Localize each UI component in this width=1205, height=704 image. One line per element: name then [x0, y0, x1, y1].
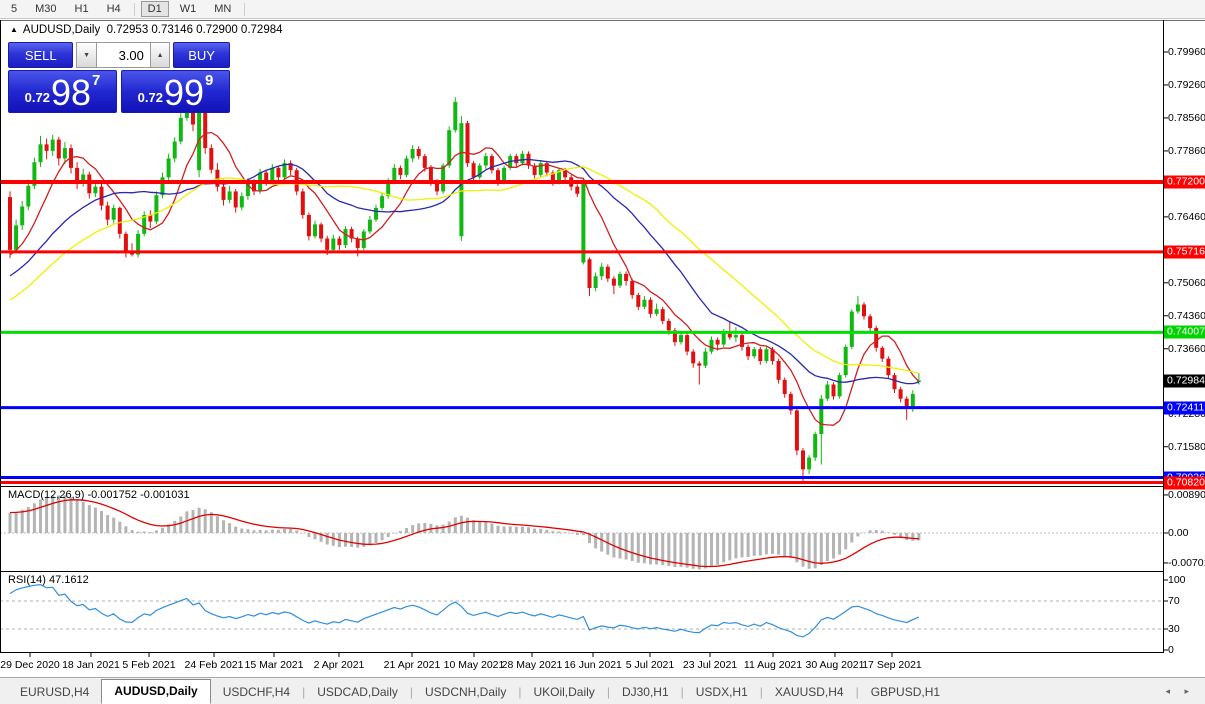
price-tick-label: 0.79260 — [1168, 79, 1205, 91]
price-line-badge: 0.77200 — [1164, 176, 1205, 189]
macd-tick-label: -0.00701 — [1168, 557, 1205, 569]
tab-scroll-arrows[interactable]: ◂ ▸ — [1165, 686, 1195, 697]
one-click-trade-panel: SELL ▼ 3.00 ▲ BUY 0.72 98 7 0.72 99 9 — [8, 42, 230, 113]
bid-big-digits: 98 — [51, 76, 91, 110]
price-line-badge: 0.74007 — [1164, 326, 1205, 339]
price-line-badge: 0.75716 — [1164, 245, 1205, 258]
tab-usdx-h1[interactable]: USDX,H1 — [684, 681, 760, 704]
rsi-tick-label: 30 — [1168, 623, 1180, 635]
buy-button[interactable]: BUY — [173, 42, 230, 68]
date-label: 10 May 2021 — [444, 659, 505, 671]
date-label: 5 Feb 2021 — [122, 659, 175, 671]
tab-gbpusd-h1[interactable]: GBPUSD,H1 — [859, 681, 952, 704]
spin-up-icon: ▲ — [157, 52, 164, 59]
tab-dj30-h1[interactable]: DJ30,H1 — [610, 681, 681, 704]
date-label: 24 Feb 2021 — [185, 659, 244, 671]
tab-usdchf-h4[interactable]: USDCHF,H4 — [211, 681, 302, 704]
tab-xauusd-h4[interactable]: XAUUSD,H4 — [763, 681, 856, 704]
date-label: 2 Apr 2021 — [314, 659, 365, 671]
bid-pip-digit: 7 — [92, 72, 100, 89]
price-tick-label: 0.75060 — [1168, 277, 1205, 289]
tab-ukoil-daily[interactable]: UKOil,Daily — [521, 681, 606, 704]
macd-tick-label: 0.00 — [1168, 527, 1188, 539]
price-line-badge: 0.72984 — [1164, 374, 1205, 387]
date-label: 30 Aug 2021 — [806, 659, 865, 671]
price-line-badge: 0.72411 — [1164, 401, 1205, 414]
price-tick-label: 0.71580 — [1168, 441, 1205, 453]
price-tick-label: 0.73660 — [1168, 343, 1205, 355]
rsi-tick-label: 100 — [1168, 574, 1186, 586]
date-label: 5 Jul 2021 — [626, 659, 674, 671]
volume-input[interactable]: 3.00 — [97, 42, 150, 68]
price-line-badge: 0.70820 — [1164, 476, 1205, 489]
date-label: 17 Sep 2021 — [862, 659, 922, 671]
price-tick-label: 0.74360 — [1168, 310, 1205, 322]
bid-prefix: 0.72 — [25, 90, 50, 105]
ask-price-box[interactable]: 0.72 99 9 — [121, 70, 230, 113]
rsi-label: RSI(14) 47.1612 — [8, 574, 89, 586]
volume-decrease-button[interactable]: ▼ — [76, 42, 96, 68]
date-label: 29 Dec 2020 — [0, 659, 60, 671]
ask-pip-digit: 9 — [205, 72, 213, 89]
date-label: 15 Mar 2021 — [245, 659, 304, 671]
rsi-tick-label: 70 — [1168, 595, 1180, 607]
spin-down-icon: ▼ — [83, 52, 90, 59]
tab-audusd-daily[interactable]: AUDUSD,Daily — [101, 679, 210, 704]
tab-usdcnh-daily[interactable]: USDCNH,Daily — [413, 681, 518, 704]
chart-ohlc-values: 0.72953 0.73146 0.72900 0.72984 — [107, 24, 283, 36]
date-label: 18 Jan 2021 — [62, 659, 120, 671]
date-label: 11 Aug 2021 — [744, 659, 802, 671]
price-tick-label: 0.78560 — [1168, 112, 1205, 124]
date-label: 21 Apr 2021 — [384, 659, 441, 671]
price-tick-label: 0.79960 — [1168, 46, 1205, 58]
chart-title: ▲ AUDUSD,Daily 0.72953 0.73146 0.72900 0.… — [10, 24, 283, 36]
collapse-triangle-icon[interactable]: ▲ — [10, 25, 18, 34]
volume-increase-button[interactable]: ▲ — [150, 42, 170, 68]
tab-eurusd-h4[interactable]: EURUSD,H4 — [8, 681, 101, 704]
rsi-tick-label: 0 — [1168, 644, 1174, 656]
bid-price-box[interactable]: 0.72 98 7 — [8, 70, 117, 113]
symbol-tabbar: EURUSD,H4AUDUSD,DailyUSDCHF,H4|USDCAD,Da… — [0, 677, 1205, 704]
sell-button[interactable]: SELL — [8, 42, 73, 68]
ask-big-digits: 99 — [164, 76, 204, 110]
ask-prefix: 0.72 — [138, 90, 163, 105]
chart-symbol-label: AUDUSD,Daily — [23, 24, 100, 36]
date-label: 16 Jun 2021 — [564, 659, 622, 671]
price-tick-label: 0.77860 — [1168, 145, 1205, 157]
tab-usdcad-daily[interactable]: USDCAD,Daily — [305, 681, 410, 704]
macd-tick-label: 0.008904 — [1168, 489, 1205, 501]
price-tick-label: 0.76460 — [1168, 211, 1205, 223]
date-label: 28 May 2021 — [502, 659, 563, 671]
macd-label: MACD(12,26,9) -0.001752 -0.001031 — [8, 489, 190, 501]
date-label: 23 Jul 2021 — [683, 659, 737, 671]
